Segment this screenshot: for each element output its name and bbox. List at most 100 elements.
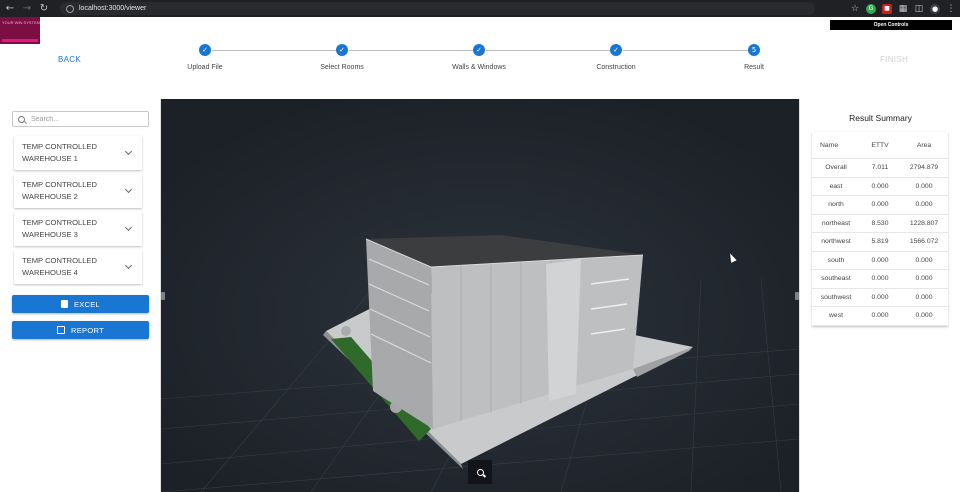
report-button-label: REPORT xyxy=(71,325,104,335)
table-row: Overall 7.011 2794.879 xyxy=(812,159,948,178)
result-table: Name ETTV Area Overall 7.011 2794.879 ea… xyxy=(812,132,948,326)
cell-name: southwest xyxy=(820,293,852,301)
table-row: east 0.000 0.000 xyxy=(812,178,948,196)
back-button[interactable]: BACK xyxy=(58,55,81,64)
excel-button[interactable]: EXCEL xyxy=(12,295,149,313)
zoom-in-icon xyxy=(476,468,484,476)
cell-name: northeast xyxy=(821,219,851,227)
column-header[interactable]: ETTV xyxy=(860,142,900,149)
check-icon: ✓ xyxy=(199,44,211,56)
chevron-down-icon[interactable] xyxy=(124,185,133,194)
forward-arrow-icon[interactable]: → xyxy=(20,2,34,16)
finish-button[interactable]: FINISH xyxy=(880,55,908,64)
column-header[interactable]: Area xyxy=(900,142,948,149)
back-arrow-icon[interactable]: ← xyxy=(3,2,17,16)
search-box[interactable] xyxy=(12,111,149,127)
accordion-label-line1: TEMP CONTROLLED xyxy=(22,180,97,189)
accordion-label-line1: TEMP CONTROLLED xyxy=(22,142,97,151)
cell-area: 0.000 xyxy=(915,256,933,264)
table-header-row: Name ETTV Area xyxy=(812,132,948,159)
table-row: northwest 5.819 1566.072 xyxy=(812,233,948,252)
room-list-panel: TEMP CONTROLLED WAREHOUSE 1 TEMP CONTROL… xyxy=(0,99,161,492)
accordion-label: TEMP CONTROLLED WAREHOUSE 1 xyxy=(14,141,114,165)
profile-avatar-icon[interactable]: ● xyxy=(930,3,940,14)
check-icon: ✓ xyxy=(610,44,622,56)
cell-ettv: 0.000 xyxy=(871,201,889,209)
cell-area: 2794.879 xyxy=(909,164,939,172)
column-header[interactable]: Name xyxy=(812,142,860,149)
cell-ettv: 0.000 xyxy=(871,275,889,283)
table-row: south 0.000 0.000 xyxy=(812,252,948,270)
accordion-label-line2: WAREHOUSE 3 xyxy=(22,230,78,239)
step-upload-file[interactable]: ✓ Upload File xyxy=(165,44,245,71)
cell-area: 1228.807 xyxy=(909,219,939,227)
accordion-label-line2: WAREHOUSE 4 xyxy=(22,268,78,277)
cell-area: 1566.072 xyxy=(909,238,939,246)
table-row: northeast 8.530 1228.807 xyxy=(812,215,948,233)
step-number: 5 xyxy=(748,44,760,56)
excel-button-label: EXCEL xyxy=(73,299,101,309)
cell-ettv: 0.000 xyxy=(871,293,889,301)
side-panel-icon[interactable]: ◫ xyxy=(914,4,924,14)
cell-area: 0.000 xyxy=(915,275,933,283)
cell-name: south xyxy=(827,256,845,264)
url-text: localhost:3000/viewer xyxy=(79,5,147,12)
browser-toolbar: ← → ↻ localhost:3000/viewer ☆ G ■ ▦ ◫ ● … xyxy=(0,0,960,17)
step-label: Select Rooms xyxy=(320,64,364,71)
result-summary-panel: Result Summary Name ETTV Area Overall 7.… xyxy=(799,99,960,492)
accordion-label: TEMP CONTROLLED WAREHOUSE 4 xyxy=(14,255,114,279)
logo-text: YOUR WIN SYSTEM xyxy=(2,20,41,25)
step-walls-windows[interactable]: ✓ Walls & Windows xyxy=(439,44,519,71)
table-row: southwest 0.000 0.000 xyxy=(812,289,948,307)
report-icon xyxy=(57,326,66,334)
cell-ettv: 0.000 xyxy=(871,312,889,320)
step-result[interactable]: 5 Result xyxy=(714,44,794,71)
file-icon xyxy=(60,300,68,308)
chevron-down-icon[interactable] xyxy=(124,223,133,232)
cell-name: Overall xyxy=(825,164,847,172)
cell-ettv: 8.530 xyxy=(871,219,889,227)
chevron-down-icon[interactable] xyxy=(124,147,133,156)
search-icon xyxy=(18,115,25,123)
extensions-puzzle-icon[interactable]: ▦ xyxy=(898,4,908,14)
step-select-rooms[interactable]: ✓ Select Rooms xyxy=(302,44,382,71)
reload-icon[interactable]: ↻ xyxy=(37,2,51,16)
cell-name: west xyxy=(829,312,843,320)
accordion-warehouse-4[interactable]: TEMP CONTROLLED WAREHOUSE 4 xyxy=(14,250,142,284)
table-row: west 0.000 0.000 xyxy=(812,307,948,326)
extension-icon[interactable]: ■ xyxy=(882,3,892,14)
step-construction[interactable]: ✓ Construction xyxy=(576,44,656,71)
accordion-label: TEMP CONTROLLED WAREHOUSE 3 xyxy=(14,217,114,241)
cell-ettv: 5.819 xyxy=(871,238,889,246)
menu-kebab-icon[interactable]: ⋮ xyxy=(946,4,956,14)
report-button[interactable]: REPORT xyxy=(12,321,149,339)
search-input[interactable] xyxy=(31,115,141,123)
accordion-label-line2: WAREHOUSE 1 xyxy=(22,154,78,163)
left-panel-toggle[interactable] xyxy=(161,292,165,300)
building-model xyxy=(161,99,799,492)
accordion-label-line1: TEMP CONTROLLED xyxy=(22,218,97,227)
accordion-label: TEMP CONTROLLED WAREHOUSE 2 xyxy=(14,179,114,203)
cell-area: 0.000 xyxy=(915,293,933,301)
open-controls-button[interactable]: Open Controls xyxy=(830,20,952,30)
cell-area: 0.000 xyxy=(915,312,933,320)
accordion-warehouse-3[interactable]: TEMP CONTROLLED WAREHOUSE 3 xyxy=(14,212,142,246)
3d-viewer-canvas[interactable] xyxy=(161,99,799,492)
accordion-warehouse-1[interactable]: TEMP CONTROLLED WAREHOUSE 1 xyxy=(14,136,142,170)
summary-title: Result Summary xyxy=(849,113,912,123)
table-row: north 0.000 0.000 xyxy=(812,196,948,215)
cell-area: 0.000 xyxy=(915,201,933,209)
bookmark-star-icon[interactable]: ☆ xyxy=(850,4,860,14)
cell-ettv: 0.000 xyxy=(871,256,889,264)
zoom-button[interactable] xyxy=(468,460,492,484)
step-label: Construction xyxy=(596,64,636,71)
step-label: Result xyxy=(744,64,764,71)
accordion-label-line2: WAREHOUSE 2 xyxy=(22,192,78,201)
accordion-warehouse-2[interactable]: TEMP CONTROLLED WAREHOUSE 2 xyxy=(14,174,142,208)
site-info-icon[interactable] xyxy=(66,4,74,13)
address-bar[interactable]: localhost:3000/viewer xyxy=(60,2,815,15)
cell-ettv: 7.011 xyxy=(871,164,889,172)
chevron-down-icon[interactable] xyxy=(124,261,133,270)
extension-icon[interactable]: G xyxy=(866,3,876,14)
app-logo[interactable]: YOUR WIN SYSTEM xyxy=(0,17,40,44)
